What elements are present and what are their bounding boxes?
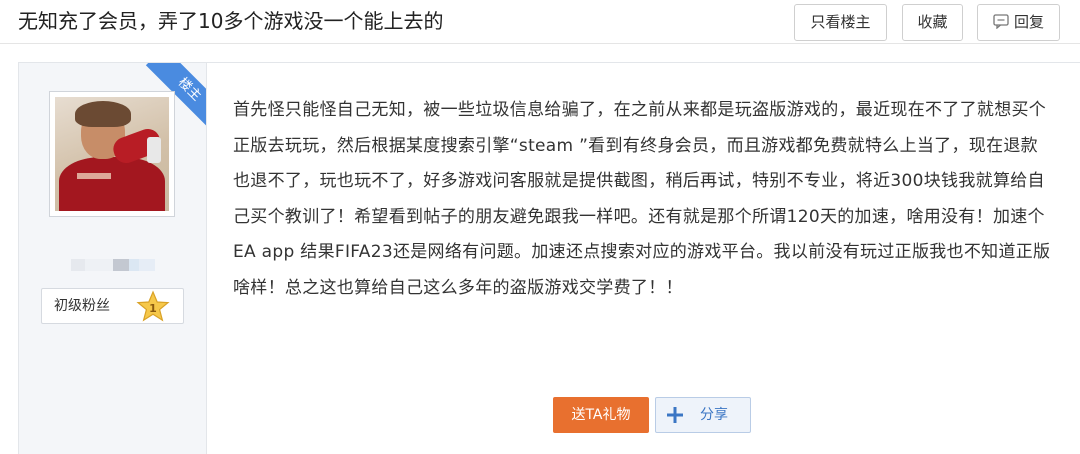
send-gift-button[interactable]: 送TA礼物 xyxy=(553,397,649,433)
share-label: 分享 xyxy=(700,407,728,423)
author-avatar-frame[interactable] xyxy=(49,91,175,217)
plus-icon xyxy=(667,407,683,423)
thread-title: 无知充了会员，弄了10多个游戏没一个能上去的 xyxy=(18,9,444,33)
reply-label: 回复 xyxy=(1013,13,1044,31)
reply-button[interactable]: 回复 xyxy=(977,4,1060,41)
post-container: 楼主 初级粉丝 1 首先怪只能怪自己无知，被一些垃圾信息给骗了，在之前从来都是玩… xyxy=(18,62,1080,454)
fan-level-number: 1 xyxy=(149,302,157,315)
favorite-button[interactable]: 收藏 xyxy=(902,4,963,41)
post-body: 首先怪只能怪自己无知，被一些垃圾信息给骗了，在之前从来都是玩盗版游戏的，最近现在… xyxy=(233,100,1051,298)
star-icon: 1 xyxy=(136,290,170,322)
fan-level-label: 初级粉丝 xyxy=(54,298,110,314)
comment-icon xyxy=(993,13,1009,29)
author-sidebar: 楼主 初级粉丝 1 xyxy=(19,63,207,454)
blurred-username xyxy=(71,259,161,271)
avatar xyxy=(55,97,169,211)
thread-header: 无知充了会员，弄了10多个游戏没一个能上去的 只看楼主 收藏 回复 xyxy=(0,0,1080,44)
only-author-button[interactable]: 只看楼主 xyxy=(794,4,887,41)
fan-level-badge[interactable]: 初级粉丝 1 xyxy=(41,288,184,324)
share-button[interactable]: 分享 xyxy=(655,397,751,433)
